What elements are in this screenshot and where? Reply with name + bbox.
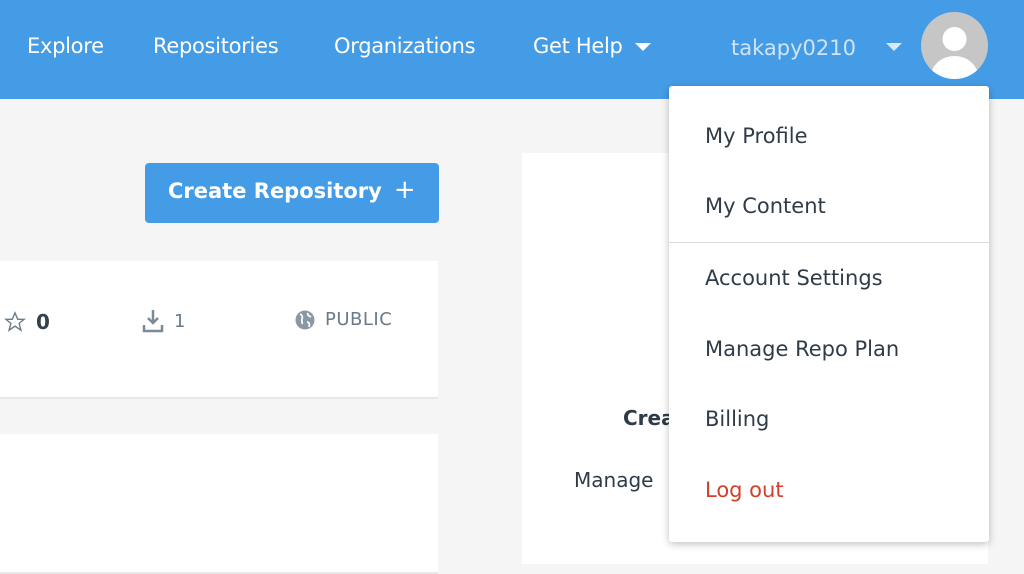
visibility-label: PUBLIC xyxy=(325,309,393,330)
panel-text: Manage xyxy=(574,468,654,492)
menu-item-account-settings[interactable]: Account Settings xyxy=(705,266,883,290)
content-card xyxy=(0,434,438,574)
menu-item-billing[interactable]: Billing xyxy=(705,407,769,431)
plus-icon: + xyxy=(393,175,416,205)
downloads-count: 1 xyxy=(174,310,186,332)
stars-count: 0 xyxy=(36,310,50,334)
menu-divider xyxy=(669,242,989,243)
nav-get-help[interactable]: Get Help xyxy=(533,34,651,58)
user-dropdown-menu: My Profile My Content Account Settings M… xyxy=(669,86,989,542)
nav-organizations[interactable]: Organizations xyxy=(334,34,476,58)
menu-item-my-profile[interactable]: My Profile xyxy=(705,124,808,148)
globe-icon xyxy=(295,310,315,329)
menu-item-my-content[interactable]: My Content xyxy=(705,194,826,218)
top-navbar: Explore Repositories Organizations Get H… xyxy=(0,0,1024,99)
download-icon xyxy=(142,310,164,333)
downloads-stat: 1 xyxy=(142,309,185,333)
menu-item-manage-repo-plan[interactable]: Manage Repo Plan xyxy=(705,337,899,361)
avatar[interactable] xyxy=(921,12,988,79)
nav-explore[interactable]: Explore xyxy=(27,34,104,58)
star-icon xyxy=(4,311,26,332)
visibility-badge: PUBLIC xyxy=(295,309,392,330)
create-repository-button[interactable]: Create Repository + xyxy=(145,163,439,223)
menu-item-log-out[interactable]: Log out xyxy=(705,478,784,502)
chevron-down-icon[interactable] xyxy=(886,43,902,51)
nav-repositories[interactable]: Repositories xyxy=(153,34,279,58)
chevron-down-icon xyxy=(634,43,651,51)
username-menu[interactable]: takapy0210 xyxy=(731,36,856,60)
get-help-label: Get Help xyxy=(533,34,623,58)
repository-card[interactable]: 0 1 PUBLIC xyxy=(0,261,438,399)
create-repository-label: Create Repository xyxy=(168,179,382,203)
stars-stat: 0 xyxy=(4,310,50,334)
panel-title: Crea xyxy=(623,406,675,430)
